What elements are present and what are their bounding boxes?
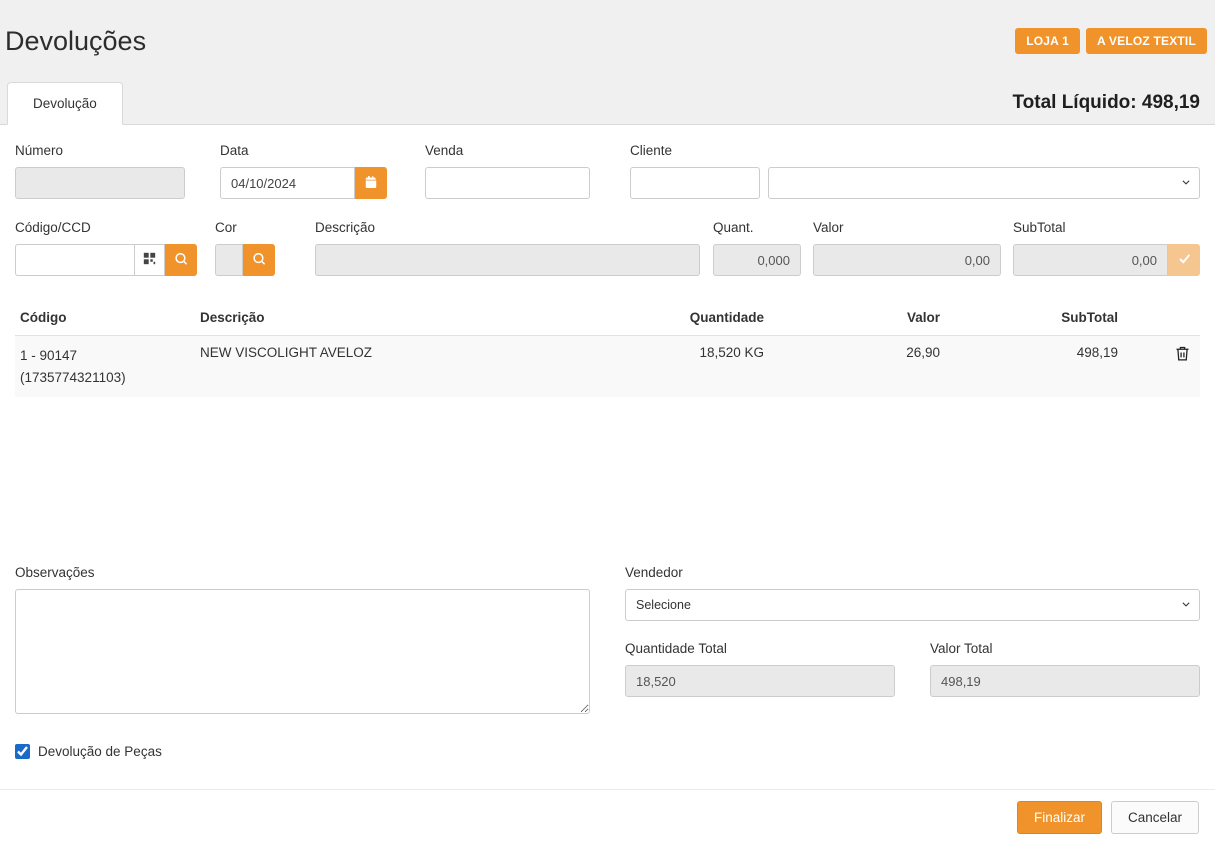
finalizar-button[interactable]: Finalizar <box>1017 801 1102 834</box>
numero-label: Número <box>15 143 185 158</box>
check-icon <box>1178 252 1191 268</box>
cancelar-button[interactable]: Cancelar <box>1111 801 1199 834</box>
cliente-code-field: Cliente <box>630 143 760 199</box>
cor-search-button[interactable] <box>243 244 275 276</box>
total-liquido: Total Líquido: 498,19 <box>1012 92 1200 114</box>
qr-code-icon <box>143 252 156 268</box>
store-badges: LOJA 1 A VELOZ TEXTIL <box>1015 28 1207 54</box>
codigo-ccd-field: Código/CCD <box>15 220 197 276</box>
confirm-item-button[interactable] <box>1168 244 1200 276</box>
vendedor-label: Vendedor <box>625 565 1200 580</box>
row-codigo-line1: 1 - 90147 <box>20 345 200 367</box>
valor-total-field: Valor Total <box>930 641 1200 697</box>
col-header-codigo: Código <box>15 310 200 325</box>
data-label: Data <box>220 143 387 158</box>
cor-label: Cor <box>215 220 275 235</box>
col-header-actions <box>1134 310 1200 325</box>
observacoes-label: Observações <box>15 565 590 580</box>
col-header-subtotal: SubTotal <box>955 310 1134 325</box>
valor-input[interactable] <box>813 244 1001 276</box>
data-input[interactable] <box>220 167 355 199</box>
row-codigo-line2: (1735774321103) <box>20 367 200 389</box>
store-badge-loja[interactable]: LOJA 1 <box>1015 28 1080 54</box>
store-badge-company[interactable]: A VELOZ TEXTIL <box>1086 28 1207 54</box>
quant-field: Quant. <box>713 220 801 276</box>
form-row-1: Número Data Venda Client <box>15 143 1200 199</box>
venda-input[interactable] <box>425 167 590 199</box>
codigo-ccd-label: Código/CCD <box>15 220 197 235</box>
table-row: 1 - 90147 (1735774321103) NEW VISCOLIGHT… <box>15 336 1200 397</box>
cor-field: Cor <box>215 220 275 276</box>
quant-input[interactable] <box>713 244 801 276</box>
search-icon <box>253 253 265 268</box>
data-field: Data <box>220 143 387 199</box>
descricao-field: Descrição <box>315 220 700 276</box>
lower-section: Observações Vendedor Selecione <box>15 565 1200 714</box>
venda-field: Venda <box>425 143 590 199</box>
form-row-2: Código/CCD Cor <box>15 220 1200 276</box>
col-header-descricao: Descrição <box>200 310 644 325</box>
calendar-icon <box>365 176 377 191</box>
codigo-ccd-input[interactable] <box>15 244 135 276</box>
qr-code-button[interactable] <box>135 244 165 276</box>
cor-input[interactable] <box>215 244 243 276</box>
search-icon <box>175 253 187 268</box>
row-codigo: 1 - 90147 (1735774321103) <box>15 345 200 388</box>
quantidade-total-input[interactable] <box>625 665 895 697</box>
items-table: Código Descrição Quantidade Valor SubTot… <box>15 302 1200 397</box>
descricao-input[interactable] <box>315 244 700 276</box>
vendedor-field: Vendedor Selecione <box>625 565 1200 621</box>
tab-strip: Devolução Total Líquido: 498,19 <box>0 82 1215 125</box>
page-header: Devoluções LOJA 1 A VELOZ TEXTIL <box>0 0 1215 82</box>
vendedor-select[interactable]: Selecione <box>625 589 1200 621</box>
page-title: Devoluções <box>5 26 146 57</box>
quant-label: Quant. <box>713 220 801 235</box>
valor-total-input[interactable] <box>930 665 1200 697</box>
delete-row-button[interactable] <box>1174 345 1191 362</box>
col-header-quantidade: Quantidade <box>644 310 779 325</box>
row-quantidade: 18,520 KG <box>644 345 779 360</box>
devolucao-card: Devolução Total Líquido: 498,19 Número D… <box>0 82 1215 845</box>
form-content: Número Data Venda Client <box>0 125 1215 845</box>
items-table-header: Código Descrição Quantidade Valor SubTot… <box>15 302 1200 336</box>
subtotal-input[interactable] <box>1013 244 1168 276</box>
col-header-valor: Valor <box>779 310 955 325</box>
footer-actions: Finalizar Cancelar <box>0 789 1215 845</box>
numero-field: Número <box>15 143 185 199</box>
cliente-select[interactable] <box>768 167 1200 199</box>
devolucao-pecas-row: Devolução de Peças <box>15 744 1200 759</box>
cliente-label: Cliente <box>630 143 760 158</box>
cliente-select-spacer-label <box>768 143 1200 158</box>
venda-label: Venda <box>425 143 590 158</box>
quantidade-total-label: Quantidade Total <box>625 641 895 656</box>
valor-total-label: Valor Total <box>930 641 1200 656</box>
row-descricao: NEW VISCOLIGHT AVELOZ <box>200 345 644 360</box>
trash-icon <box>1174 350 1191 365</box>
devolucao-pecas-checkbox[interactable] <box>15 744 30 759</box>
observacoes-field: Observações <box>15 565 590 714</box>
valor-field: Valor <box>813 220 1001 276</box>
table-empty-space <box>15 397 1200 565</box>
numero-input[interactable] <box>15 167 185 199</box>
subtotal-label: SubTotal <box>1013 220 1200 235</box>
devolucao-pecas-label: Devolução de Peças <box>38 744 162 759</box>
cliente-select-field <box>768 143 1200 199</box>
valor-label: Valor <box>813 220 1001 235</box>
row-valor: 26,90 <box>779 345 955 360</box>
quantidade-total-field: Quantidade Total <box>625 641 895 697</box>
subtotal-field: SubTotal <box>1013 220 1200 276</box>
observacoes-textarea[interactable] <box>15 589 590 714</box>
cliente-code-input[interactable] <box>630 167 760 199</box>
calendar-button[interactable] <box>355 167 387 199</box>
tab-devolucao[interactable]: Devolução <box>7 82 123 125</box>
row-subtotal: 498,19 <box>955 345 1134 360</box>
descricao-label: Descrição <box>315 220 700 235</box>
codigo-search-button[interactable] <box>165 244 197 276</box>
